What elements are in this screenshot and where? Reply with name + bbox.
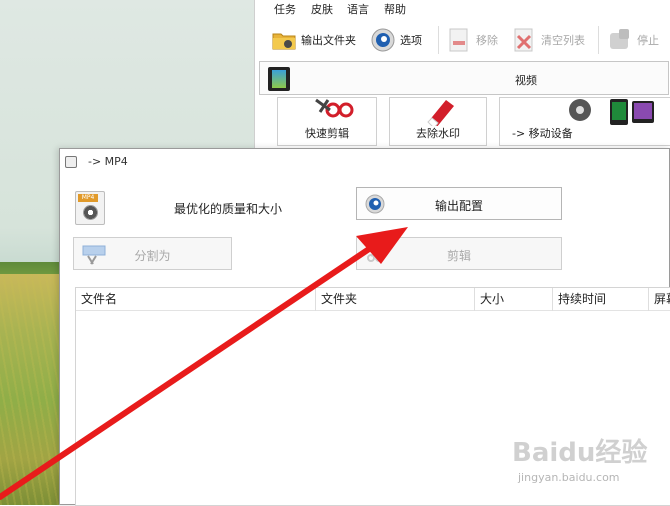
menu-task[interactable]: 任务 xyxy=(274,1,296,17)
gear-icon xyxy=(370,27,396,53)
tile-mobile-device[interactable]: -> 移动设备 xyxy=(499,97,670,146)
main-app-window: 任务 皮肤 语言 帮助 输出文件夹 选项 移除 清空列表 停止 视频 快速剪辑 … xyxy=(254,0,670,150)
folder-icon xyxy=(271,27,297,53)
menu-language[interactable]: 语言 xyxy=(347,1,369,17)
category-video-bar[interactable]: 视频 xyxy=(259,61,669,95)
column-header-folder[interactable]: 文件夹 xyxy=(316,288,475,311)
tile-mobile-device-label: -> 移动设备 xyxy=(512,127,573,140)
dialog-title: -> MP4 xyxy=(88,155,128,168)
menu-help[interactable]: 帮助 xyxy=(384,1,406,17)
output-config-label: 输出配置 xyxy=(434,199,483,213)
baidu-watermark: Baidu经验 jingyan.baidu.com xyxy=(512,432,652,492)
toolbar-separator xyxy=(598,26,599,54)
stop-button[interactable]: 停止 xyxy=(607,24,659,56)
output-folder-button[interactable]: 输出文件夹 xyxy=(271,24,356,56)
options-button[interactable]: 选项 xyxy=(370,24,422,56)
watermark-url: jingyan.baidu.com xyxy=(518,471,620,484)
desktop-wallpaper-field xyxy=(0,274,60,505)
split-label: 分割为 xyxy=(134,249,171,263)
eraser-icon xyxy=(400,98,476,129)
output-config-button[interactable]: 输出配置 xyxy=(356,187,562,220)
clear-icon xyxy=(511,27,537,53)
toolbar: 输出文件夹 选项 移除 清空列表 停止 xyxy=(255,20,670,60)
watermark-logo: Baidu经验 xyxy=(512,438,648,468)
remove-icon xyxy=(446,27,472,53)
mobile-devices-icon xyxy=(510,98,661,126)
remove-button[interactable]: 移除 xyxy=(446,24,498,56)
dialog-titlebar[interactable]: -> MP4 xyxy=(60,149,669,175)
edit-label: 剪辑 xyxy=(446,249,471,263)
format-tag: MP4 xyxy=(78,194,98,202)
output-folder-label: 输出文件夹 xyxy=(301,34,356,47)
tile-quick-cut[interactable]: 快速剪辑 xyxy=(277,97,377,146)
menu-bar: 任务 皮肤 语言 帮助 xyxy=(255,0,670,18)
stop-label: 停止 xyxy=(637,34,659,47)
quality-label: 最优化的质量和大小 xyxy=(174,202,283,216)
column-header-screen[interactable]: 屏幕 xyxy=(649,288,670,311)
column-header-duration[interactable]: 持续时间 xyxy=(553,288,649,311)
options-label: 选项 xyxy=(400,34,422,47)
category-video-label: 视频 xyxy=(515,74,537,87)
film-reel-icon xyxy=(83,205,98,220)
remove-label: 移除 xyxy=(476,34,498,47)
split-button[interactable]: 分割为 xyxy=(73,237,232,270)
toolbar-separator xyxy=(438,26,439,54)
menu-skin[interactable]: 皮肤 xyxy=(311,1,333,17)
clear-list-label: 清空列表 xyxy=(541,34,585,47)
film-icon xyxy=(268,67,290,91)
edit-button[interactable]: 剪辑 xyxy=(356,237,562,270)
column-header-size[interactable]: 大小 xyxy=(475,288,553,311)
tile-remove-watermark-label: 去除水印 xyxy=(416,127,460,140)
stop-icon xyxy=(607,27,633,53)
desktop-wallpaper-trees xyxy=(0,262,60,274)
table-header: 文件名 文件夹 大小 持续时间 屏幕 xyxy=(76,288,670,311)
mp4-format-icon: MP4 xyxy=(75,191,105,225)
clear-list-button[interactable]: 清空列表 xyxy=(511,24,585,56)
column-header-filename[interactable]: 文件名 xyxy=(76,288,316,311)
scissors-icon xyxy=(288,98,366,126)
tile-quick-cut-label: 快速剪辑 xyxy=(305,127,349,140)
app-icon xyxy=(65,156,77,168)
tile-remove-watermark[interactable]: 去除水印 xyxy=(389,97,487,146)
